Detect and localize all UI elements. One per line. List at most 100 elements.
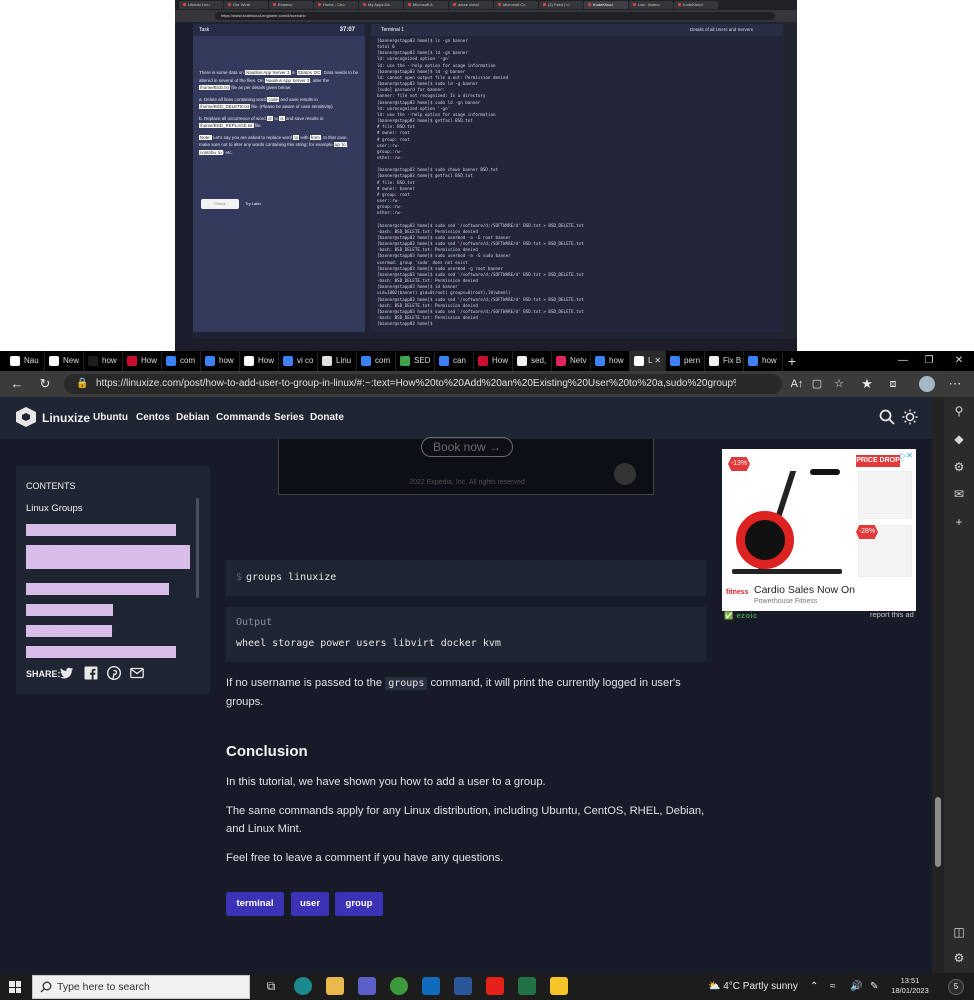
address-bar[interactable]: 🔒 https://linuxize.com/post/how-to-add-u…: [64, 374, 782, 394]
read-aloud-icon[interactable]: A↑: [786, 371, 808, 397]
favorites-icon[interactable]: ★: [856, 371, 878, 397]
code-block-output[interactable]: Output wheel storage power users libvirt…: [226, 607, 706, 662]
pen-icon[interactable]: ✎: [870, 973, 878, 1000]
ad-choices-icon[interactable]: ▷✕: [900, 451, 914, 461]
facebook-icon[interactable]: [84, 666, 98, 680]
terminal-title[interactable]: Terminal 1: [381, 27, 404, 33]
sidebar-split-icon[interactable]: ◫: [951, 924, 967, 940]
sidebar-shopping-icon[interactable]: ◆: [951, 431, 967, 447]
nav-donate[interactable]: Donate: [310, 397, 344, 439]
excel-icon[interactable]: [518, 977, 536, 995]
volume-icon[interactable]: 🔊: [850, 973, 862, 1000]
sidebar-settings-icon[interactable]: ⚙: [951, 950, 967, 966]
chrome-icon[interactable]: [390, 977, 408, 995]
app-available-icon[interactable]: ▢: [806, 371, 828, 397]
lock-icon[interactable]: 🔒: [76, 374, 88, 394]
network-icon[interactable]: ≈: [830, 973, 836, 1000]
toc-link-linux-groups[interactable]: Linux Groups: [26, 502, 83, 516]
task-view-icon[interactable]: ⧉: [262, 977, 280, 995]
toc-link-create-group[interactable]: How to Create a Group: [26, 604, 114, 616]
remote-tab[interactable]: Our Work: [224, 1, 268, 9]
terminal-output[interactable]: [banner@stapp03 home]$ ls -gn banner tota…: [377, 38, 777, 328]
outlook-icon[interactable]: [422, 977, 440, 995]
browser-tab[interactable]: sed,: [513, 351, 552, 371]
browser-tab[interactable]: how: [591, 351, 630, 371]
remote-tab[interactable]: My Apps Da: [359, 1, 403, 9]
nav-centos[interactable]: Centos: [136, 397, 170, 439]
theme-toggle-icon[interactable]: [902, 409, 918, 425]
try-later-button[interactable]: Try Later: [241, 199, 265, 209]
twitter-icon[interactable]: [60, 666, 74, 680]
nav-ubuntu[interactable]: Ubuntu: [93, 397, 128, 439]
youtube-icon[interactable]: [486, 977, 504, 995]
toc-link-remove-user[interactable]: How to Remove a User From a Group: [26, 583, 170, 595]
toc-link-add-existing-user[interactable]: How to Add an Existing User to a Group: [26, 524, 177, 536]
nav-debian[interactable]: Debian: [176, 397, 209, 439]
browser-tab[interactable]: can: [435, 351, 474, 371]
remote-tab[interactable]: Examco: [269, 1, 313, 9]
tag-user[interactable]: user: [291, 892, 329, 916]
browser-tab[interactable]: New: [45, 351, 84, 371]
taskbar-search[interactable]: Type here to search: [32, 975, 250, 999]
more-menu-icon[interactable]: ⋯: [944, 371, 966, 397]
scrollbar-thumb[interactable]: [935, 797, 941, 867]
check-button[interactable]: Check: [201, 199, 239, 209]
remote-tab[interactable]: Home - Cho: [314, 1, 358, 9]
browser-tab[interactable]: com: [357, 351, 396, 371]
word-icon[interactable]: [454, 977, 472, 995]
browser-tab[interactable]: Fix B: [705, 351, 744, 371]
browser-tab[interactable]: com: [162, 351, 201, 371]
close-window-icon[interactable]: ✕: [946, 351, 972, 371]
browser-tab[interactable]: how: [84, 351, 123, 371]
sidebar-search-icon[interactable]: ⚲: [951, 403, 967, 419]
browser-tab[interactable]: Linu: [318, 351, 357, 371]
remote-tab[interactable]: KodeKloud: [674, 1, 718, 9]
refresh-icon[interactable]: ↻: [34, 371, 56, 397]
sidebar-add-icon[interactable]: +: [951, 514, 967, 530]
remote-tab[interactable]: KodeKloud: [584, 1, 628, 9]
system-clock[interactable]: 13:51 18/01/2023: [888, 976, 932, 996]
code-command[interactable]: groups linuxize: [246, 560, 336, 596]
browser-tab[interactable]: How: [474, 351, 513, 371]
browser-tab[interactable]: Nau: [6, 351, 45, 371]
remote-tab[interactable]: Ubuntu Linu: [179, 1, 223, 9]
toc-link-delete-group[interactable]: How to Delete a Group: [26, 625, 113, 637]
browser-tab[interactable]: vi co: [279, 351, 318, 371]
ezoic-badge[interactable]: ✅ ezoic: [724, 611, 758, 620]
browser-tab[interactable]: how: [201, 351, 240, 371]
nav-commands[interactable]: Commands: [216, 397, 270, 439]
remote-tab[interactable]: azure cloud: [449, 1, 493, 9]
nav-series[interactable]: Series: [274, 397, 304, 439]
back-icon[interactable]: ←: [6, 371, 28, 397]
remote-url[interactable]: https://www.kodekloud-engineer.com/#/sce…: [215, 12, 775, 20]
restore-icon[interactable]: ❐: [916, 351, 942, 371]
browser-tab[interactable]: Netv: [552, 351, 591, 371]
browser-tab[interactable]: How: [240, 351, 279, 371]
toc-link-change-primary-group[interactable]: How to Change a User's Primary Group: [26, 646, 176, 658]
search-icon[interactable]: [879, 409, 895, 425]
toc-link-add-multiple-groups[interactable]: How to Add an Existing User to Multiple …: [26, 545, 190, 569]
browser-tab[interactable]: How: [123, 351, 162, 371]
teams-icon[interactable]: [358, 977, 376, 995]
profile-avatar[interactable]: [919, 376, 935, 392]
terminal-panel[interactable]: Terminal 1 Details of all Users and Serv…: [371, 24, 783, 332]
code-block-command[interactable]: $ groups linuxize: [226, 560, 706, 596]
url-text[interactable]: https://linuxize.com/post/how-to-add-use…: [96, 374, 736, 394]
email-icon[interactable]: [130, 666, 144, 680]
browser-tab[interactable]: L ✕: [630, 351, 666, 371]
sticky-notes-icon[interactable]: [550, 977, 568, 995]
tag-terminal[interactable]: terminal: [226, 892, 284, 916]
collections-icon[interactable]: ⧈: [882, 371, 904, 397]
sidebar-tools-icon[interactable]: ⚙: [951, 459, 967, 475]
ad-headline[interactable]: Cardio Sales Now On: [754, 583, 855, 597]
top-advertisement[interactable]: Book now → 2022 Expedia, Inc. All rights…: [278, 437, 654, 495]
sidebar-outlook-icon[interactable]: ✉: [951, 486, 967, 502]
minimize-icon[interactable]: —: [890, 351, 916, 371]
toc-scrollbar[interactable]: [196, 498, 199, 598]
browser-tab[interactable]: how: [744, 351, 783, 371]
tag-group[interactable]: group: [335, 892, 383, 916]
close-tab-icon[interactable]: ✕: [652, 356, 661, 365]
remote-tab[interactable]: Microsoft A: [404, 1, 448, 9]
output-text[interactable]: wheel storage power users libvirt docker…: [236, 638, 501, 650]
file-explorer-icon[interactable]: [326, 977, 344, 995]
